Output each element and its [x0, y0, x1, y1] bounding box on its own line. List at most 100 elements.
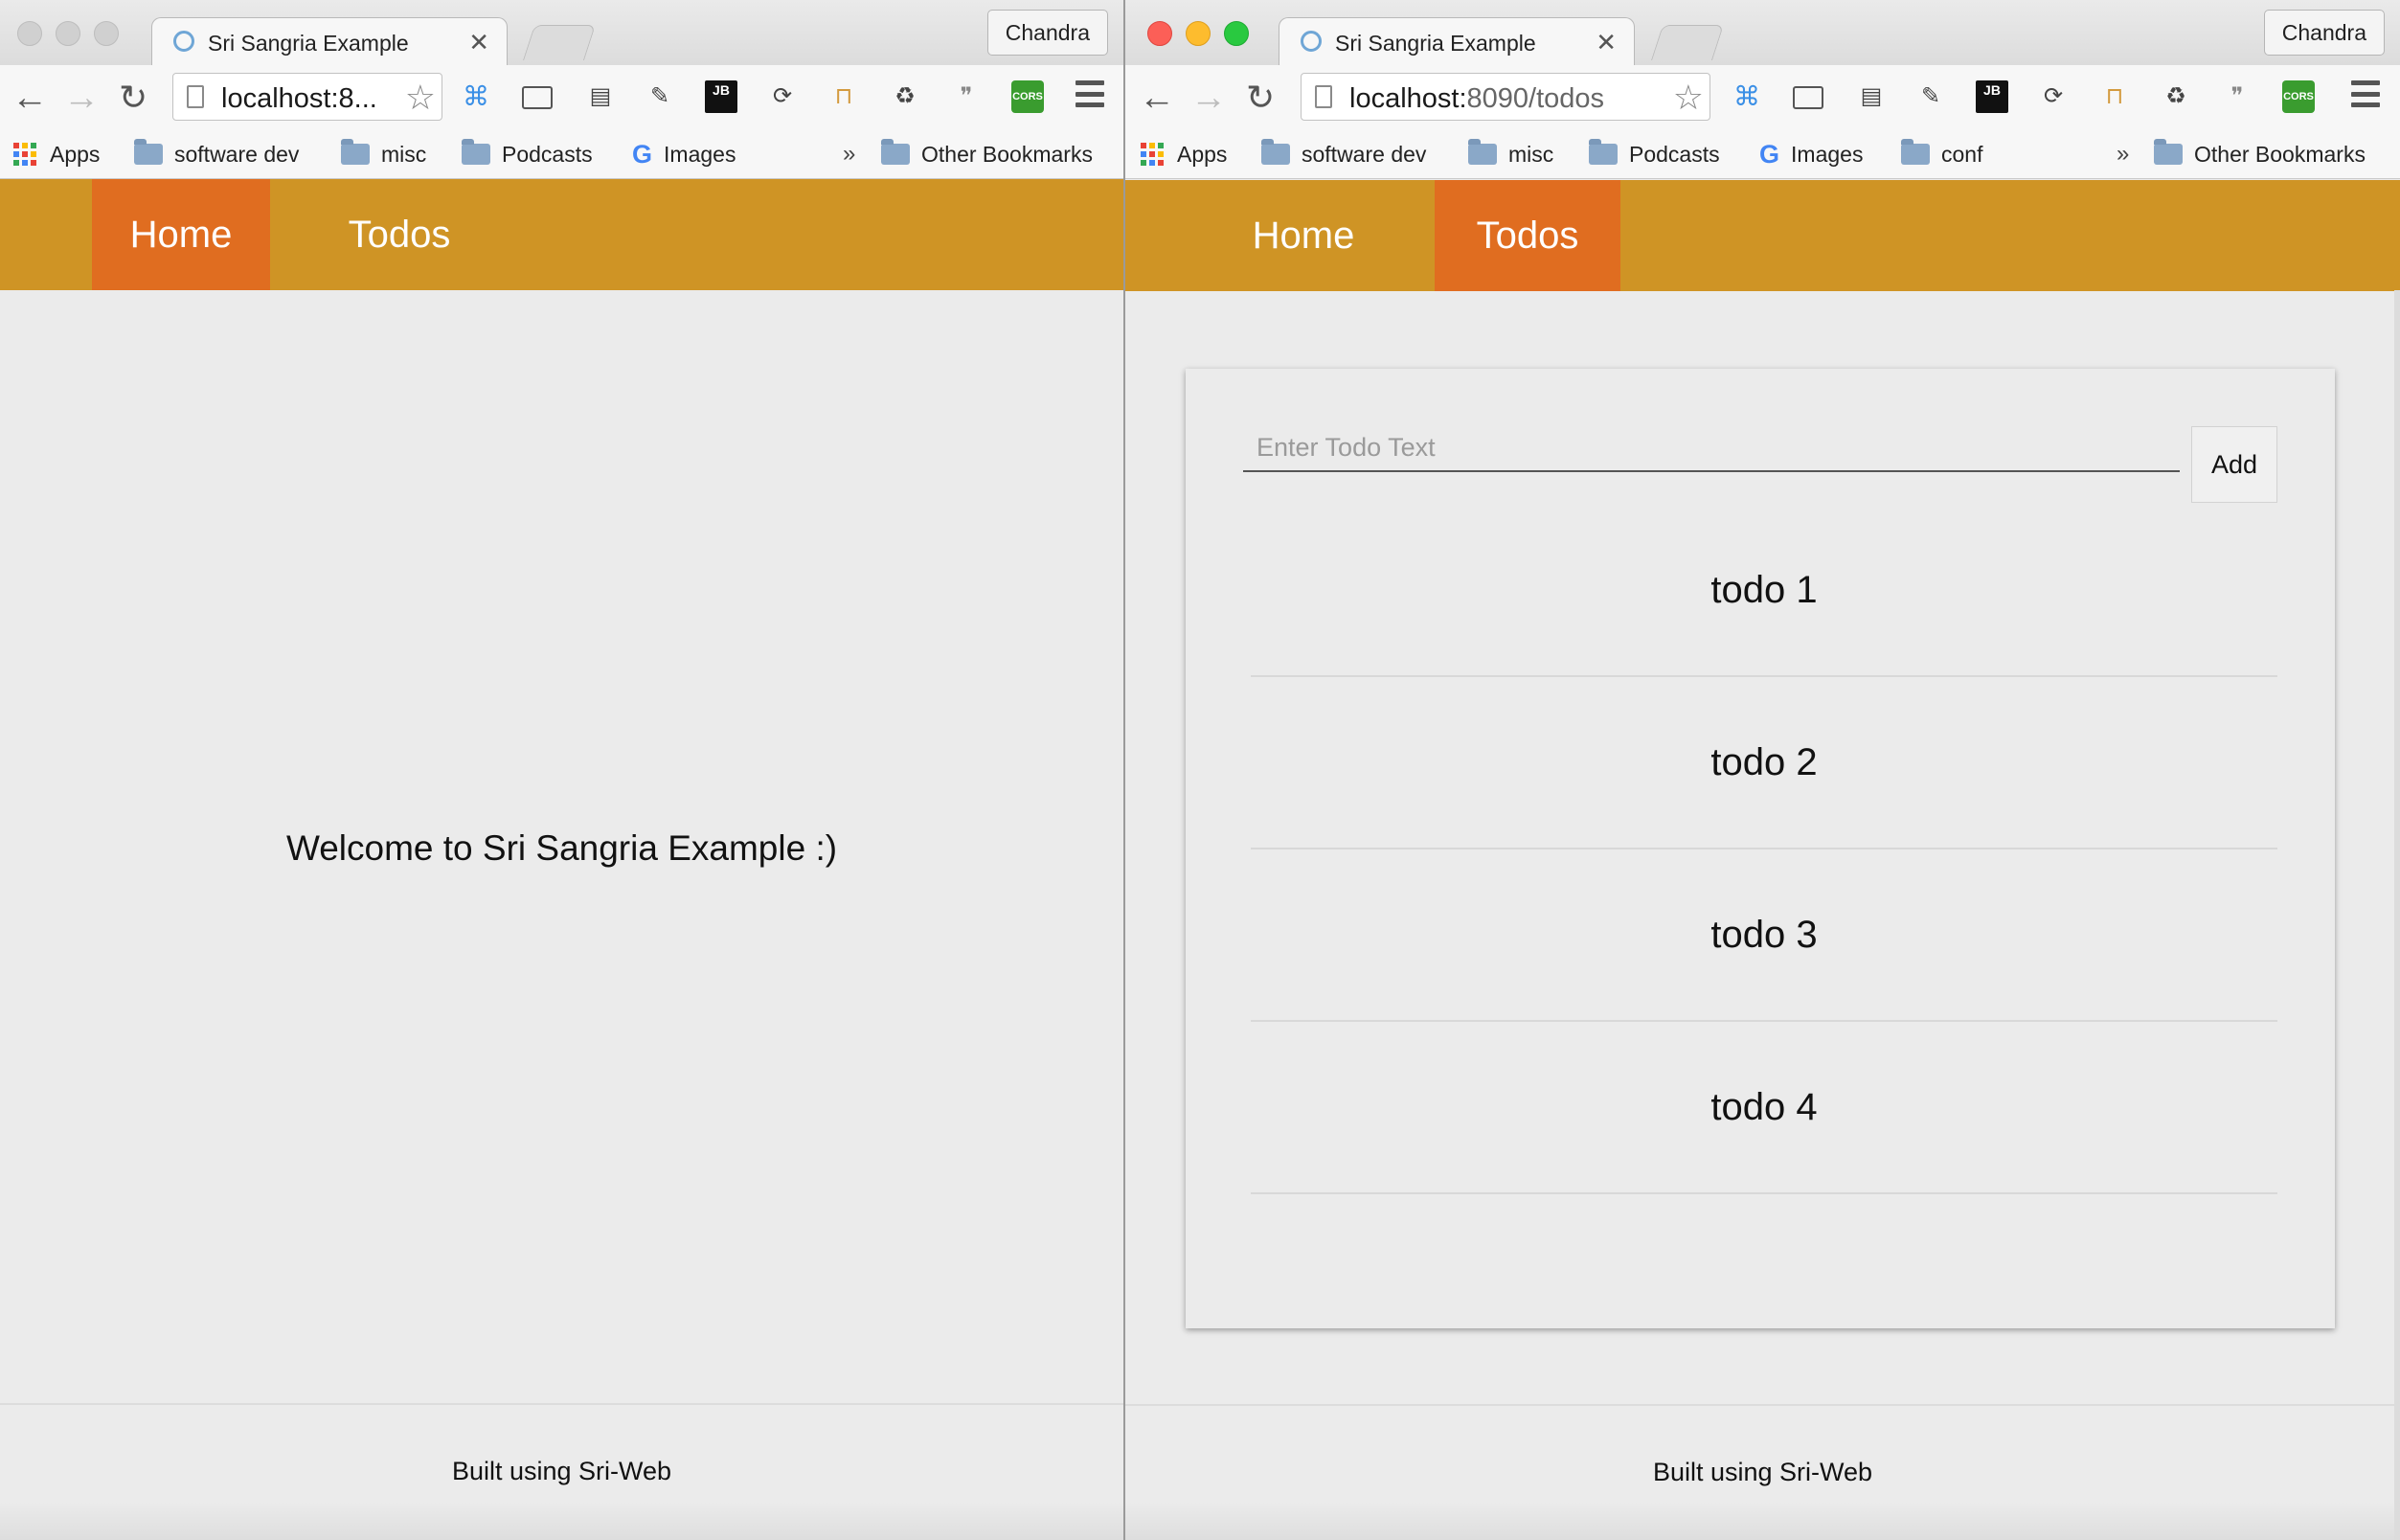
todo-item: todo 3: [1251, 849, 2277, 1022]
browser-tab[interactable]: Sri Sangria Example ✕: [1279, 17, 1635, 66]
folder-icon: [1261, 139, 1290, 165]
folder-icon: [2154, 139, 2183, 165]
app-nav-bar: Home Todos: [0, 179, 1123, 290]
address-bar[interactable]: localhost:8090/todos ☆: [1301, 73, 1710, 121]
todo-text-input[interactable]: [1243, 424, 2180, 472]
todo-item: todo 1: [1251, 505, 2277, 677]
flag-extension-icon[interactable]: ⊓: [827, 80, 860, 113]
page-icon: [1315, 85, 1332, 108]
forward-arrow-icon[interactable]: →: [63, 79, 100, 117]
bookmark-podcasts[interactable]: Podcasts: [1589, 138, 1720, 170]
bookmark-apps[interactable]: Apps: [13, 138, 100, 170]
quote-extension-icon[interactable]: ❞: [950, 80, 983, 113]
url-text[interactable]: localhost:8...: [221, 83, 377, 115]
quote-extension-icon[interactable]: ❞: [2221, 80, 2253, 113]
bookmark-images[interactable]: G Images: [1759, 138, 1863, 170]
more-bookmarks-chevron-icon[interactable]: »: [843, 138, 855, 170]
bookmark-other-bookmarks[interactable]: Other Bookmarks: [881, 138, 1093, 170]
back-arrow-icon[interactable]: ←: [11, 79, 48, 117]
browser-tab[interactable]: Sri Sangria Example ✕: [151, 17, 508, 66]
zoom-window-button[interactable]: [94, 21, 119, 46]
bookmark-star-icon[interactable]: ☆: [1673, 78, 1704, 118]
hamburger-menu-icon[interactable]: [1075, 80, 1104, 107]
profile-button[interactable]: Chandra: [986, 10, 1108, 56]
close-tab-icon[interactable]: ✕: [1596, 28, 1617, 57]
google-icon: G: [632, 139, 653, 169]
hamburger-menu-icon[interactable]: [2351, 80, 2380, 107]
apps-grid-icon: [13, 143, 36, 166]
page-icon: [187, 85, 204, 108]
zoom-window-button[interactable]: [1224, 21, 1249, 46]
cast-icon[interactable]: [1793, 86, 1823, 109]
todo-list: todo 1 todo 2 todo 3 todo 4: [1251, 505, 2277, 1194]
bookmark-software-dev[interactable]: software dev: [134, 138, 299, 170]
bookmark-apps[interactable]: Apps: [1141, 138, 1227, 170]
reload-icon[interactable]: ↻: [1246, 79, 1275, 117]
page-content: Welcome to Sri Sangria Example :) Built …: [0, 290, 1123, 1540]
bookmark-podcasts[interactable]: Podcasts: [462, 138, 593, 170]
new-tab-button[interactable]: [522, 25, 597, 60]
google-icon: G: [1759, 139, 1780, 169]
browser-toolbar: ← → ↻ localhost:8090/todos ☆ ⌘ ▤ ✎ JB ⟳ …: [1125, 65, 2400, 130]
pen-extension-icon[interactable]: ✎: [1914, 80, 1947, 113]
scrollbar-track[interactable]: [2394, 290, 2400, 1540]
command-extension-icon[interactable]: ⌘: [1731, 80, 1763, 113]
folder-icon: [1901, 139, 1930, 165]
title-bar: Sri Sangria Example ✕ Chandra: [1125, 0, 2400, 66]
nav-link-todos[interactable]: Todos: [308, 179, 490, 290]
browser-window-right: Sri Sangria Example ✕ Chandra ← → ↻ loca…: [1125, 0, 2400, 1540]
add-todo-button[interactable]: Add: [2191, 426, 2277, 503]
reload-icon[interactable]: ↻: [119, 79, 147, 117]
bookmark-other-bookmarks[interactable]: Other Bookmarks: [2154, 138, 2366, 170]
flag-extension-icon[interactable]: ⊓: [2098, 80, 2131, 113]
command-extension-icon[interactable]: ⌘: [460, 80, 492, 113]
close-tab-icon[interactable]: ✕: [468, 28, 489, 57]
todo-item: todo 2: [1251, 677, 2277, 849]
document-extension-icon[interactable]: ▤: [1855, 80, 1888, 113]
new-tab-button[interactable]: [1650, 25, 1725, 60]
back-arrow-icon[interactable]: ←: [1139, 79, 1175, 117]
todo-card: Add todo 1 todo 2 todo 3 todo 4: [1186, 369, 2335, 1328]
minimize-window-button[interactable]: [56, 21, 80, 46]
footer-text: Built using Sri-Web: [451, 1457, 672, 1485]
close-window-button[interactable]: [17, 21, 42, 46]
cors-extension-icon[interactable]: CORS: [1011, 80, 1044, 113]
bookmark-misc[interactable]: misc: [1468, 138, 1553, 170]
profile-button[interactable]: Chandra: [2263, 10, 2385, 56]
bookmark-images[interactable]: G Images: [632, 138, 736, 170]
browser-toolbar: ← → ↻ localhost:8... ☆ ⌘ ▤ ✎ JB ⟳ ⊓ ♻ ❞ …: [0, 65, 1123, 130]
bookmark-conf[interactable]: conf: [1901, 138, 1982, 170]
recycle-extension-icon[interactable]: ♻: [889, 80, 921, 113]
folder-icon: [1589, 139, 1618, 165]
sync-extension-icon[interactable]: ⟳: [2037, 80, 2070, 113]
nav-link-todos[interactable]: Todos: [1435, 180, 1620, 291]
url-text[interactable]: localhost:8090/todos: [1349, 83, 1604, 115]
forward-arrow-icon[interactable]: →: [1190, 79, 1227, 117]
more-bookmarks-chevron-icon[interactable]: »: [2117, 138, 2129, 170]
footer-divider: [1125, 1404, 2400, 1406]
favicon-icon: [1301, 31, 1322, 52]
document-extension-icon[interactable]: ▤: [584, 80, 617, 113]
cast-icon[interactable]: [522, 86, 553, 109]
footer-text: Built using Sri-Web: [1652, 1458, 1873, 1486]
sync-extension-icon[interactable]: ⟳: [766, 80, 799, 113]
cors-extension-icon[interactable]: CORS: [2282, 80, 2315, 113]
bookmark-star-icon[interactable]: ☆: [405, 78, 436, 118]
browser-window-left: Sri Sangria Example ✕ Chandra ← → ↻ loca…: [0, 0, 1123, 1540]
bottom-shade: [1125, 1502, 2400, 1540]
recycle-extension-icon[interactable]: ♻: [2160, 80, 2192, 113]
minimize-window-button[interactable]: [1186, 21, 1211, 46]
folder-icon: [134, 139, 163, 165]
bookmark-misc[interactable]: misc: [341, 138, 426, 170]
nav-link-home[interactable]: Home: [92, 179, 270, 290]
bookmark-software-dev[interactable]: software dev: [1261, 138, 1426, 170]
close-window-button[interactable]: [1147, 21, 1172, 46]
bottom-shade: [0, 1502, 1123, 1540]
address-bar[interactable]: localhost:8... ☆: [172, 73, 442, 121]
pen-extension-icon[interactable]: ✎: [644, 80, 676, 113]
folder-icon: [462, 139, 490, 165]
jetbrains-extension-icon[interactable]: JB: [705, 80, 737, 113]
jetbrains-extension-icon[interactable]: JB: [1976, 80, 2008, 113]
folder-icon: [881, 139, 910, 165]
nav-link-home[interactable]: Home: [1213, 180, 1393, 291]
